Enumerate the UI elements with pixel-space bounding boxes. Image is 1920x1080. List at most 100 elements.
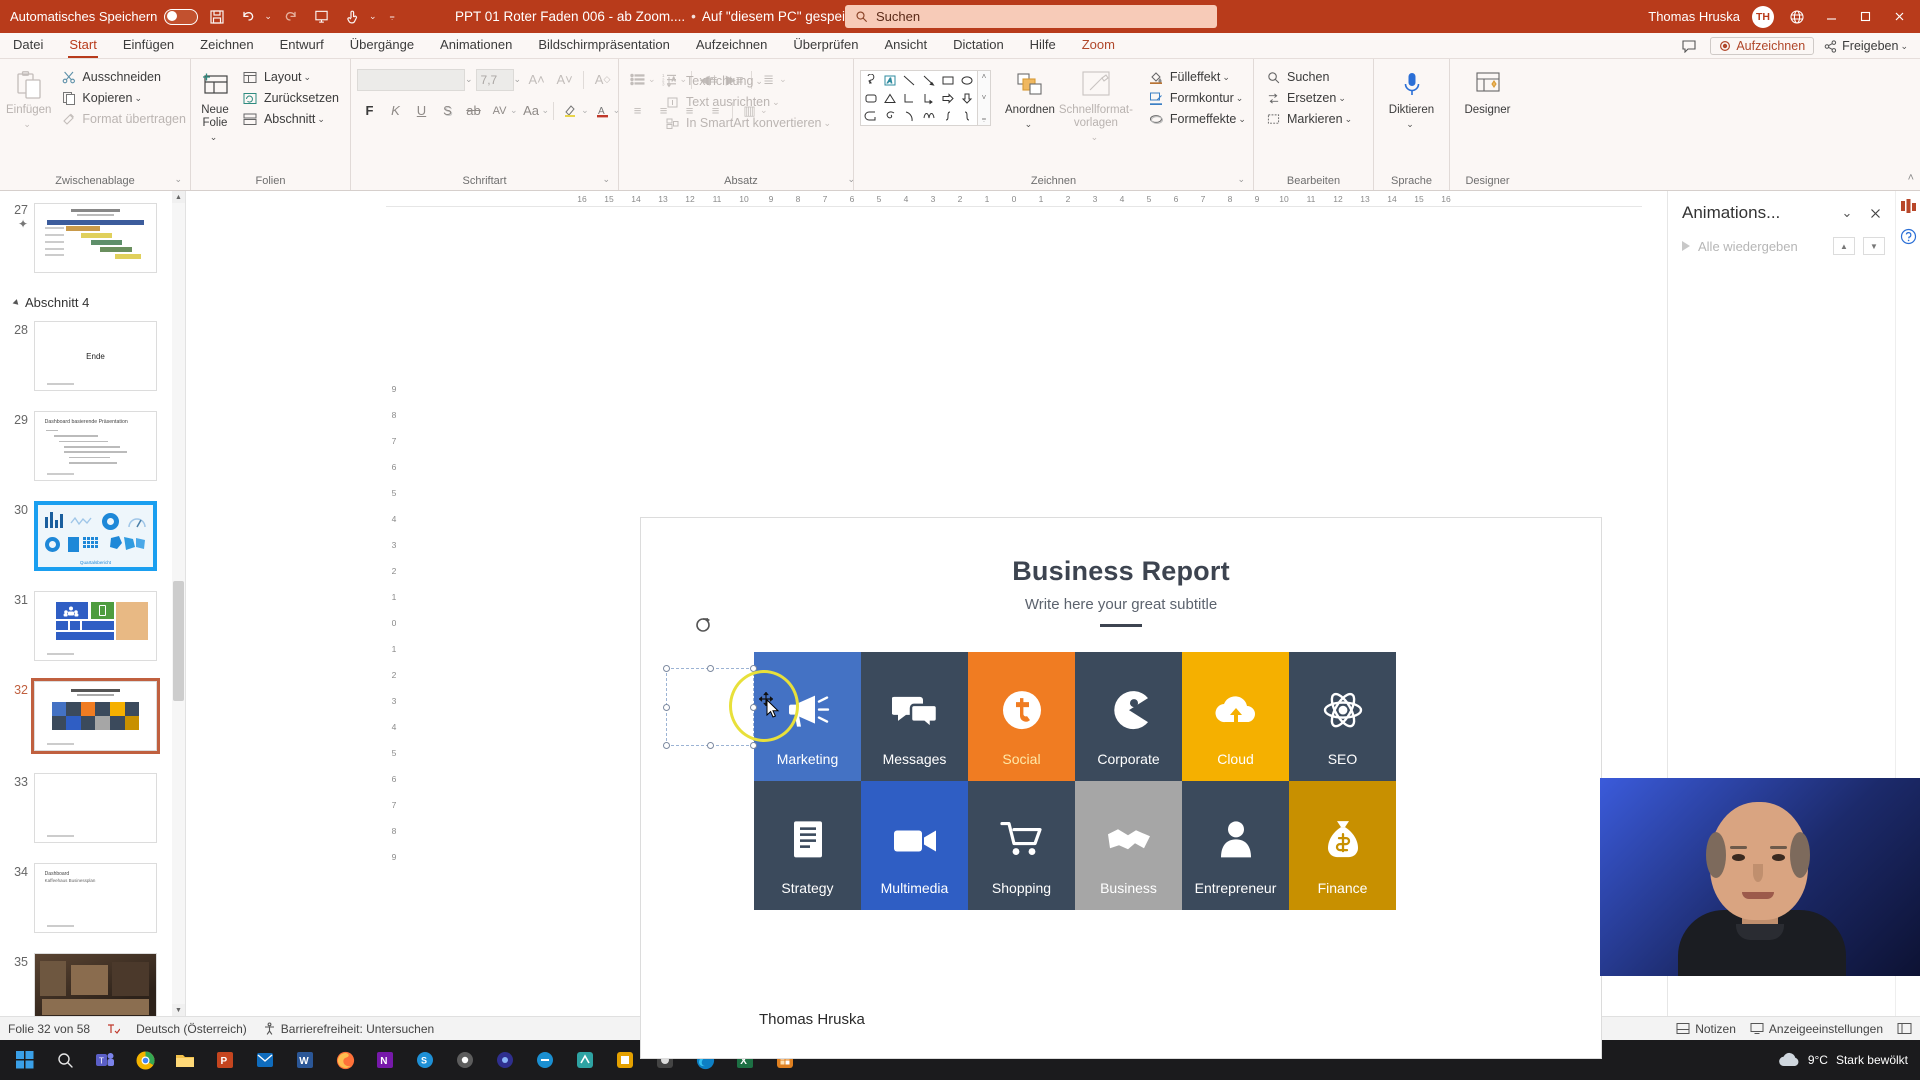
- shape-line-icon[interactable]: [900, 71, 919, 89]
- text-highlight-icon[interactable]: [558, 99, 583, 122]
- resize-handle-se[interactable]: [750, 742, 757, 749]
- shape-right-arrow-icon[interactable]: [938, 89, 957, 107]
- font-dialog-launcher[interactable]: ⌄: [602, 171, 610, 188]
- thumbnail-slide-29[interactable]: 29 Dashboard basierende Präsentation: [8, 411, 157, 481]
- tab-animationen[interactable]: Animationen: [427, 32, 525, 58]
- shape-elbow-connector-icon[interactable]: [900, 89, 919, 107]
- weather-widget[interactable]: 9°C Stark bewölkt: [1778, 1051, 1914, 1069]
- shape-elbow-arrow-icon[interactable]: [919, 89, 938, 107]
- animation-pane-toggle-icon[interactable]: [1896, 191, 1920, 221]
- touch-mode-icon[interactable]: [341, 5, 365, 29]
- tab-dictation[interactable]: Dictation: [940, 32, 1017, 58]
- app15-taskbar-icon[interactable]: [606, 1041, 644, 1079]
- arrange-caret-icon[interactable]: ⌄: [1025, 119, 1033, 129]
- select-caret-icon[interactable]: ⌄: [1345, 114, 1353, 125]
- slide-thumb[interactable]: [34, 203, 157, 273]
- resize-handle-sw[interactable]: [663, 742, 670, 749]
- shape-triangle-icon[interactable]: [880, 89, 899, 107]
- shape-effects-button[interactable]: Formeffekte ⌄: [1143, 109, 1251, 129]
- text-direction-caret-icon[interactable]: ⌄: [755, 76, 763, 87]
- pane-options-icon[interactable]: ⌄: [1837, 203, 1857, 223]
- layout-caret-icon[interactable]: ⌄: [304, 72, 312, 83]
- arrange-button[interactable]: Anordnen ⌄: [1005, 64, 1055, 130]
- shape-ellipse-icon[interactable]: [958, 71, 977, 89]
- shape-curve-icon[interactable]: [919, 107, 938, 125]
- shapes-more-icon[interactable]: ⩦: [982, 114, 987, 124]
- app12-taskbar-icon[interactable]: [486, 1041, 524, 1079]
- font-size-input[interactable]: 7,7: [475, 68, 514, 91]
- format-painter-button[interactable]: Format übertragen: [55, 109, 191, 129]
- slide-thumbnail-pane[interactable]: 27 ✦ Abschnitt 4 28 Ende 29 Dashboard ba…: [0, 191, 186, 1016]
- share-caret-icon[interactable]: ⌄: [1900, 41, 1908, 52]
- tile-messages[interactable]: Messages: [861, 652, 968, 781]
- slide-thumb[interactable]: [34, 953, 157, 1016]
- shape-fill-caret-icon[interactable]: ⌄: [1222, 72, 1230, 83]
- presentation-icon[interactable]: [310, 5, 334, 29]
- italic-button[interactable]: K: [383, 99, 408, 122]
- bold-button[interactable]: F: [357, 99, 382, 122]
- chrome-taskbar-icon[interactable]: [126, 1041, 164, 1079]
- thumbnail-slide-35[interactable]: 35: [8, 953, 157, 1016]
- slide-thumb[interactable]: Dashboard Kaffeehaus Businessplan: [34, 863, 157, 933]
- thumbnail-slide-31[interactable]: 31: [8, 591, 157, 661]
- slide-thumb[interactable]: [31, 678, 160, 754]
- shapes-scroll-up-icon[interactable]: ˄: [982, 72, 987, 81]
- paste-button[interactable]: Einfügen ⌄: [6, 64, 51, 130]
- minimize-icon[interactable]: [1820, 6, 1842, 28]
- powerpoint-taskbar-icon[interactable]: P: [206, 1041, 244, 1079]
- start-button[interactable]: [6, 1041, 44, 1079]
- dictate-button[interactable]: Diktieren ⌄: [1380, 64, 1443, 130]
- smartart-caret-icon[interactable]: ⌄: [823, 118, 831, 129]
- shape-flowchart-icon[interactable]: [861, 107, 880, 125]
- tile-multimedia[interactable]: Multimedia: [861, 781, 968, 910]
- slide-subtitle[interactable]: Write here your great subtitle: [641, 596, 1601, 613]
- slide-thumb[interactable]: [34, 773, 157, 843]
- resize-handle-w[interactable]: [663, 703, 670, 711]
- shape-scribble-icon[interactable]: [880, 107, 899, 125]
- tab-aufzeichnen[interactable]: Aufzeichnen: [683, 32, 781, 58]
- normal-view-button[interactable]: [1897, 1022, 1912, 1035]
- slide-title[interactable]: Business Report: [641, 556, 1601, 587]
- tab-zeichnen[interactable]: Zeichnen: [187, 32, 266, 58]
- highlight-caret-icon[interactable]: ⌄: [581, 105, 589, 116]
- close-icon[interactable]: [1888, 6, 1910, 28]
- replace-caret-icon[interactable]: ⌄: [1338, 93, 1346, 104]
- language-indicator[interactable]: Deutsch (Österreich): [136, 1022, 247, 1036]
- record-button[interactable]: Aufzeichnen: [1710, 37, 1815, 55]
- find-button[interactable]: Suchen: [1260, 67, 1357, 87]
- search-taskbar-icon[interactable]: [46, 1041, 84, 1079]
- app14-taskbar-icon[interactable]: [566, 1041, 604, 1079]
- shape-outline-caret-icon[interactable]: ⌄: [1236, 93, 1244, 104]
- slide-thumb[interactable]: [34, 591, 157, 661]
- close-pane-icon[interactable]: [1865, 203, 1885, 223]
- accessibility-indicator[interactable]: Barrierefreiheit: Untersuchen: [263, 1022, 434, 1036]
- collapse-ribbon-icon[interactable]: ˄: [1908, 172, 1914, 184]
- shape-arrow-icon[interactable]: [919, 71, 938, 89]
- slide-thumb[interactable]: Ende: [34, 321, 157, 391]
- comments-icon[interactable]: [1678, 37, 1700, 55]
- outlook-taskbar-icon[interactable]: [246, 1041, 284, 1079]
- autosave-toggle[interactable]: [164, 8, 199, 25]
- teams-taskbar-icon[interactable]: T: [86, 1041, 124, 1079]
- font-size-caret-icon[interactable]: ⌄: [514, 74, 522, 85]
- slide-editing-surface[interactable]: Business Report Write here your great su…: [641, 518, 1621, 1058]
- thumbnail-slide-28[interactable]: 28 Ende: [8, 321, 157, 391]
- rotate-handle[interactable]: [694, 614, 714, 637]
- tab-zoom[interactable]: Zoom: [1069, 32, 1128, 58]
- align-text-caret-icon[interactable]: ⌄: [772, 97, 780, 108]
- app13-taskbar-icon[interactable]: [526, 1041, 564, 1079]
- globe-icon[interactable]: [1786, 6, 1808, 28]
- shape-freeform-icon[interactable]: [861, 71, 880, 89]
- copy-caret-icon[interactable]: ⌄: [134, 93, 142, 104]
- slide-author-text[interactable]: Thomas Hruska: [759, 1011, 865, 1028]
- tile-corporate[interactable]: Corporate: [1075, 652, 1182, 781]
- resize-handle-s[interactable]: [706, 742, 714, 749]
- replace-button[interactable]: Ersetzen ⌄: [1260, 88, 1357, 108]
- app11-taskbar-icon[interactable]: [446, 1041, 484, 1079]
- undo-caret-icon[interactable]: ⌄: [264, 11, 272, 22]
- slide-thumb[interactable]: Quartalsbericht: [34, 501, 157, 571]
- redo-icon[interactable]: [279, 5, 303, 29]
- tile-seo[interactable]: SEO: [1289, 652, 1396, 781]
- resize-handle-n[interactable]: [706, 665, 714, 672]
- tab-einfuegen[interactable]: Einfügen: [110, 32, 187, 58]
